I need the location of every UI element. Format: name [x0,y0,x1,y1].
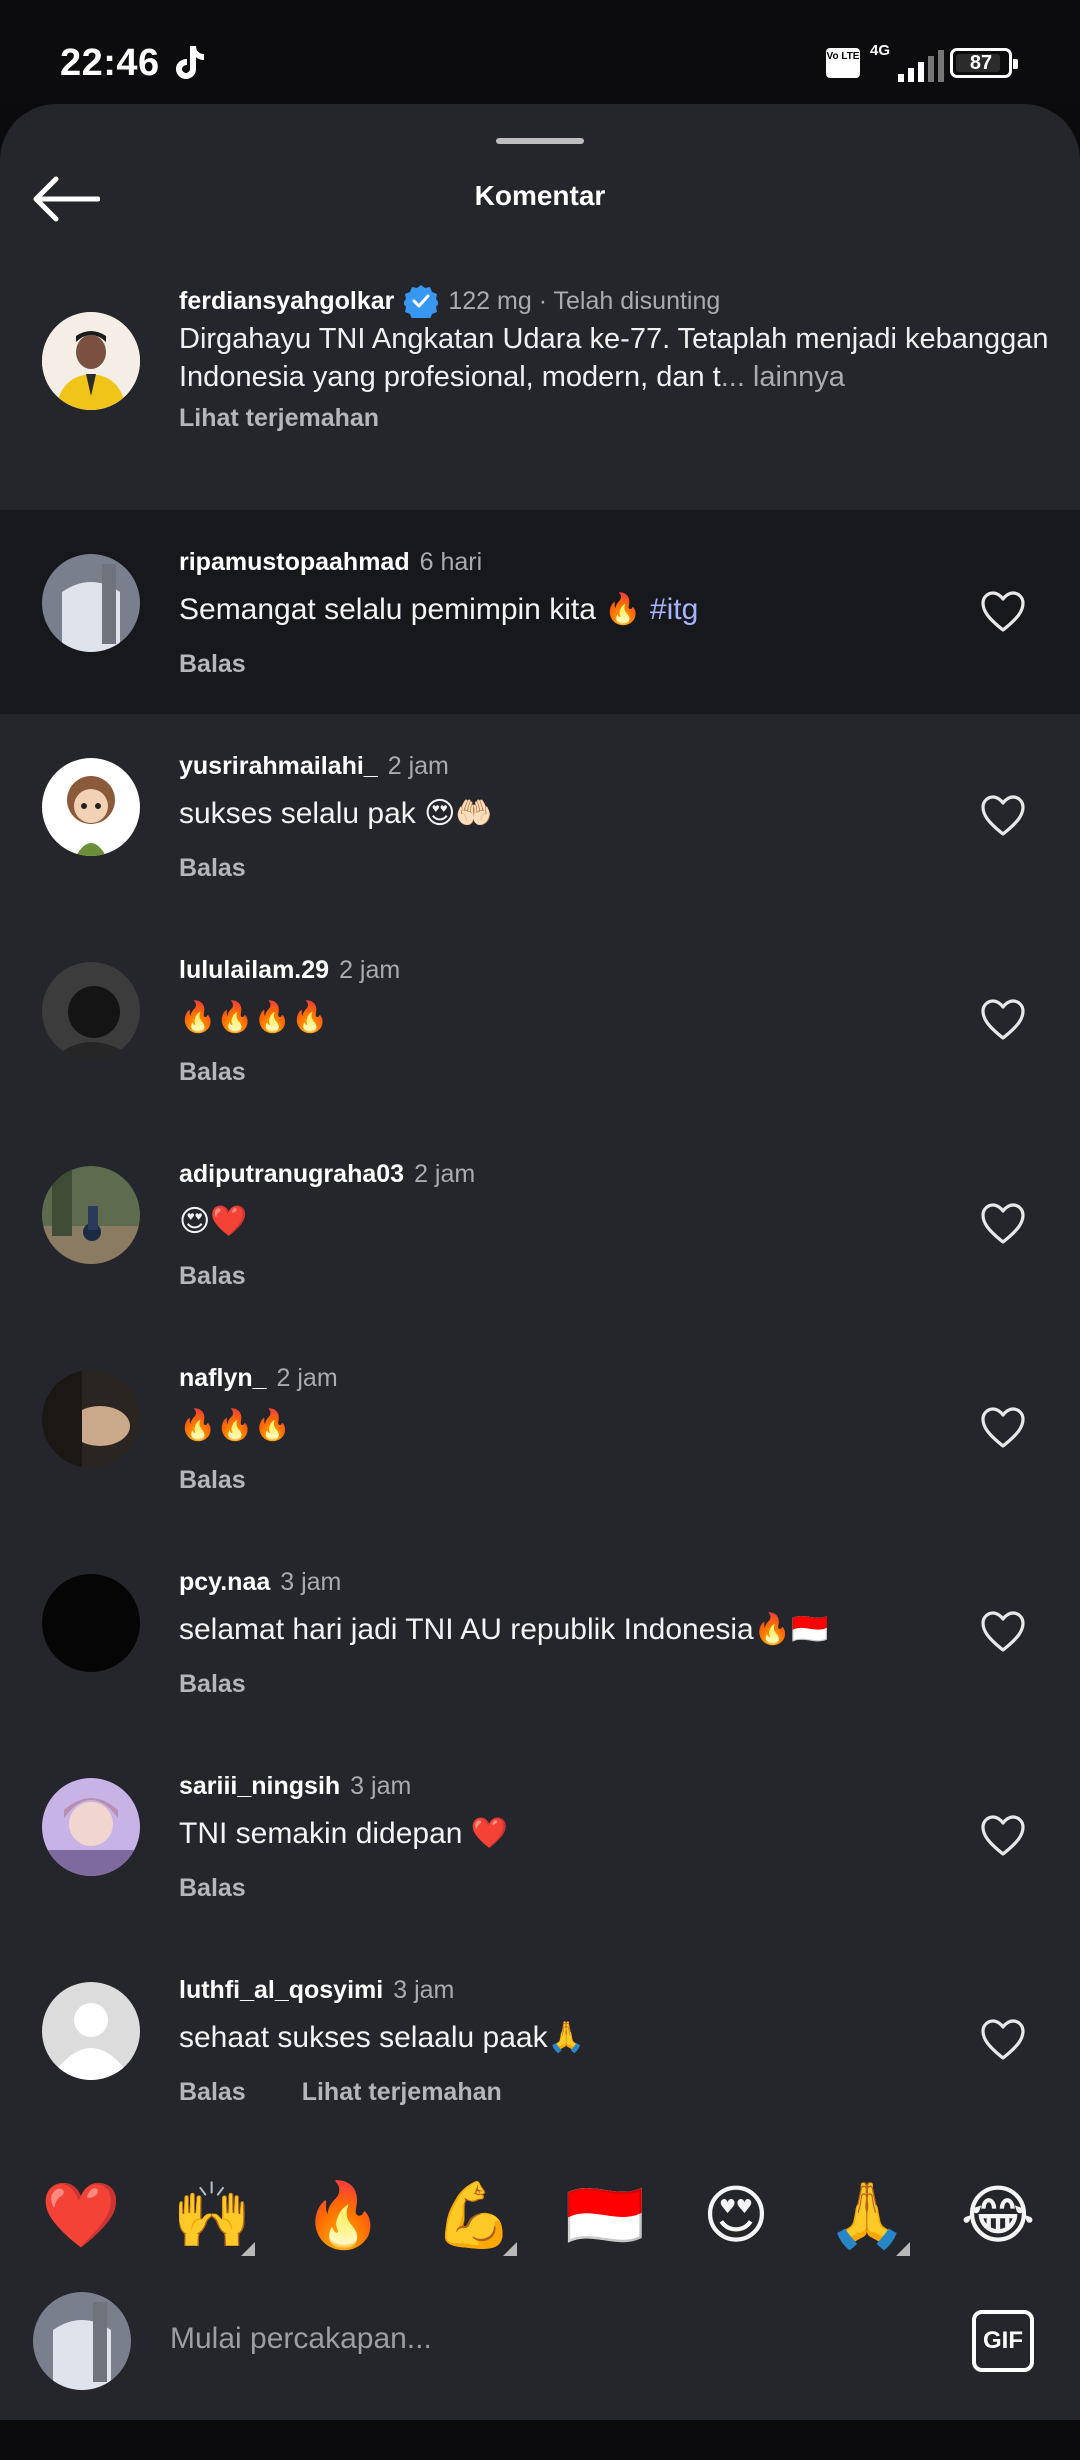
avatar[interactable] [42,1574,140,1672]
comment-text: selamat hari jadi TNI AU republik Indone… [179,1613,829,1646]
reply-button[interactable]: Balas [179,1262,246,1291]
emoji-tears-of-joy[interactable]: 😂 [953,2170,1043,2260]
emoji-folded-hands[interactable]: 🙏 [822,2170,912,2260]
comment-time: 2 jam [276,1364,338,1392]
more-link[interactable]: ... lainnya [721,361,845,393]
comment-input-bar: Mulai percakapan... GIF [0,2286,1080,2400]
comment-text: 😍❤️ [179,1205,248,1238]
reply-button[interactable]: Balas [179,2078,246,2107]
emoji-heart-eyes[interactable]: 😍 [691,2170,781,2260]
comment-time: 3 jam [280,1568,342,1596]
status-time: 22:46 [60,42,160,84]
comment-time: 6 hari [419,548,483,576]
comment-username[interactable]: yusrirahmailahi_ [179,752,378,781]
comment-username[interactable]: sariii_ningsih [179,1772,340,1801]
comment-text: sukses selalu pak 😍🤲🏻 [179,797,493,830]
avatar[interactable] [42,554,140,652]
avatar[interactable] [42,758,140,856]
avatar[interactable] [42,962,140,1060]
comment-text: 🔥🔥🔥🔥 [179,1001,329,1034]
gif-button[interactable]: GIF [972,2310,1034,2372]
avatar[interactable] [42,1778,140,1876]
heart-icon[interactable] [980,2018,1026,2062]
comment-username[interactable]: lululailam.29 [179,956,329,985]
comment-text: 🔥🔥🔥 [179,1409,292,1442]
caption-meta: 122 mg · Telah disunting [448,286,721,315]
comment-item: pcy.naa 3 jam selamat hari jadi TNI AU r… [0,1530,1080,1734]
comment-username[interactable]: pcy.naa [179,1568,270,1597]
volte-icon: Vo LTE [826,48,860,78]
comment-text: sehaat sukses selaalu paak🙏 [179,2021,585,2054]
reply-button[interactable]: Balas [179,854,246,883]
comment-time: 2 jam [387,752,449,780]
network-type: 4G [870,42,891,59]
reply-button[interactable]: Balas [179,650,246,679]
tiktok-icon [176,46,204,79]
hashtag-link[interactable]: #itg [650,593,698,626]
signal-icon: 4G [870,42,944,82]
comments-sheet: Komentar ferdiansyahgolkar 122 mg · Tela… [0,104,1080,2420]
caption-username[interactable]: ferdiansyahgolkar [179,287,394,316]
comment-item: lululailam.29 2 jam 🔥🔥🔥🔥 Balas [0,918,1080,1122]
battery-icon: 87 [950,48,1018,78]
avatar[interactable] [42,1166,140,1264]
heart-icon[interactable] [980,1814,1026,1858]
see-translation-link[interactable]: Lihat terjemahan [302,2078,502,2107]
navigation-bar [0,2420,1080,2460]
heart-icon[interactable] [980,1610,1026,1654]
avatar[interactable] [42,1370,140,1468]
verified-badge-icon [404,285,439,318]
post-caption: ferdiansyahgolkar 122 mg · Telah disunti… [0,264,1080,510]
heart-icon[interactable] [980,998,1026,1042]
emoji-reaction-bar: ❤️ 🙌 🔥 💪 🇮🇩 😍 🙏 😂 [0,2162,1080,2272]
comment-username[interactable]: naflyn_ [179,1364,267,1393]
comment-item: luthfi_al_qosyimi 3 jam sehaat sukses se… [0,1938,1080,2142]
emoji-heart[interactable]: ❤️ [36,2170,126,2260]
default-avatar[interactable] [42,1982,140,2080]
see-translation-link[interactable]: Lihat terjemahan [179,404,379,433]
reply-button[interactable]: Balas [179,1466,246,1495]
page-title: Komentar [474,180,606,211]
comment-item: yusrirahmailahi_ 2 jam sukses selalu pak… [0,714,1080,918]
heart-icon[interactable] [980,590,1026,634]
battery-level: 87 [969,52,993,74]
comment-item: sariii_ningsih 3 jam TNI semakin didepan… [0,1734,1080,1938]
comment-username[interactable]: ripamustopaahmad [179,548,410,577]
comment-username[interactable]: adiputranugraha03 [179,1160,404,1189]
comment-item: ripamustopaahmad 6 hari Semangat selalu … [0,510,1080,714]
avatar [33,2292,131,2390]
comment-text: TNI semakin didepan ❤️ [179,1817,509,1850]
comment-text: Semangat selalu pemimpin kita 🔥 #itg [179,593,699,626]
reply-button[interactable]: Balas [179,1670,246,1699]
comment-item: adiputranugraha03 2 jam 😍❤️ Balas [0,1122,1080,1326]
comment-time: 2 jam [339,956,401,984]
emoji-raising-hands[interactable]: 🙌 [167,2170,257,2260]
caption-text: Dirgahayu TNI Angkatan Udara ke-77. Teta… [179,323,1049,393]
emoji-indonesia-flag[interactable]: 🇮🇩 [560,2170,650,2260]
comment-username[interactable]: luthfi_al_qosyimi [179,1976,383,2005]
comment-item: naflyn_ 2 jam 🔥🔥🔥 Balas [0,1326,1080,1530]
heart-icon[interactable] [980,794,1026,838]
heart-icon[interactable] [980,1202,1026,1246]
avatar[interactable] [42,312,140,410]
comment-input[interactable]: Mulai percakapan... [170,2322,432,2356]
status-bar: 22:46 Vo LTE 4G 87 [0,0,1080,104]
emoji-fire[interactable]: 🔥 [298,2170,388,2260]
drag-handle[interactable] [496,138,584,144]
comment-time: 3 jam [350,1772,412,1800]
comment-time: 2 jam [414,1160,476,1188]
reply-button[interactable]: Balas [179,1874,246,1903]
comment-time: 3 jam [393,1976,455,2004]
reply-button[interactable]: Balas [179,1058,246,1087]
heart-icon[interactable] [980,1406,1026,1450]
emoji-muscle[interactable]: 💪 [429,2170,519,2260]
